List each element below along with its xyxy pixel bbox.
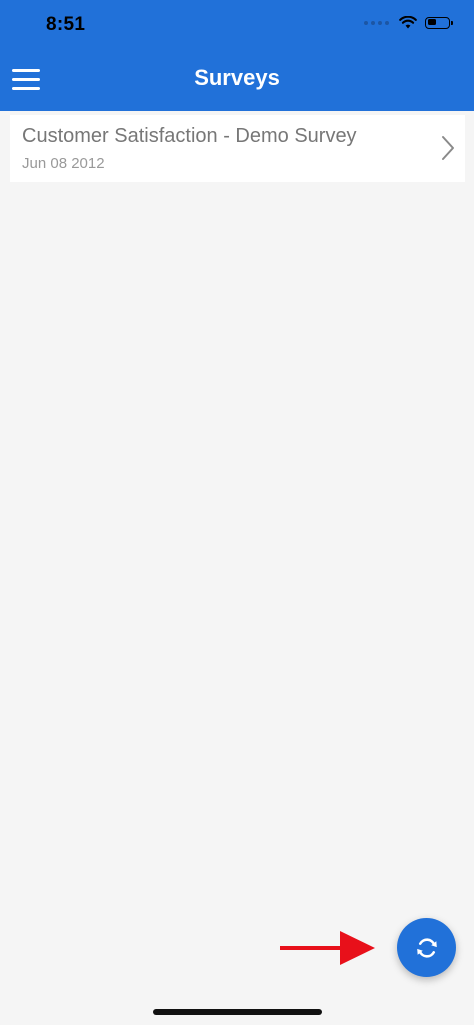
home-indicator[interactable]: [153, 1009, 322, 1015]
survey-list-item[interactable]: Customer Satisfaction - Demo Survey Jun …: [10, 115, 465, 182]
survey-date: Jun 08 2012: [22, 155, 105, 172]
battery-icon: [425, 16, 453, 29]
chevron-right-icon: [442, 136, 454, 160]
status-time: 8:51: [46, 14, 86, 35]
status-icons: [364, 16, 453, 29]
sync-icon: [416, 937, 437, 958]
survey-title: Customer Satisfaction - Demo Survey: [22, 125, 357, 147]
signal-dots-icon: [364, 20, 389, 25]
app-header: 8:51 Surveys: [0, 0, 474, 111]
sync-button[interactable]: [397, 918, 456, 977]
status-bar: 8:51: [0, 0, 474, 50]
wifi-icon: [399, 16, 417, 29]
red-arrow-icon: [280, 931, 375, 965]
page-title: Surveys: [194, 65, 280, 90]
